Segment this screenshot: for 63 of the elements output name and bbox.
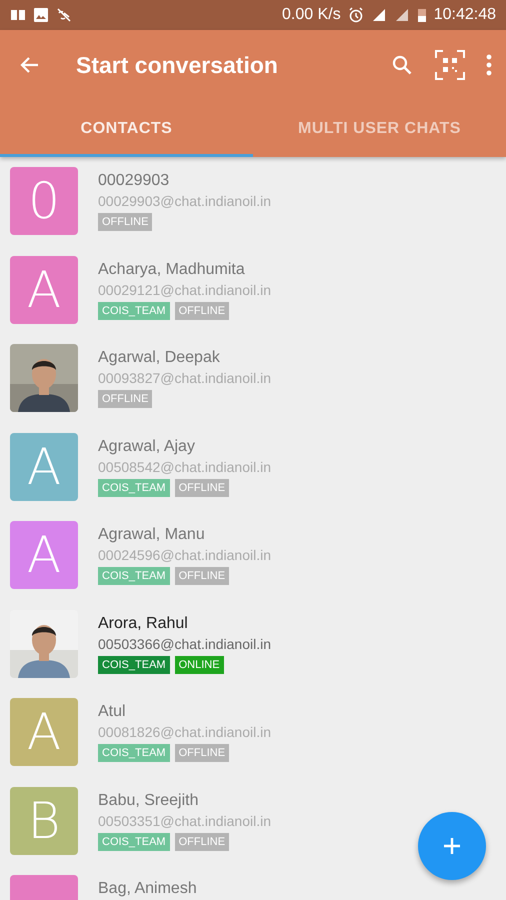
image-icon xyxy=(33,7,49,23)
contact-name: Bag, Animesh xyxy=(98,879,197,899)
tab[interactable]: CONTACTS xyxy=(0,100,253,157)
group-tag: COIS_TEAM xyxy=(98,744,170,762)
network-speed: 0.00 K/s xyxy=(282,6,341,24)
contact-row[interactable]: B Babu, Sreejith 00503351@chat.indianoil.in COIS_TEAM OFFLINE xyxy=(0,786,506,875)
contact-row[interactable]: A Acharya, Madhumita 00029121@chat.indianoil.in COIS_TEAM OFFLINE xyxy=(0,256,506,344)
status-tag: OFFLINE xyxy=(174,567,230,585)
contact-address: 00508542@chat.indianoil.in xyxy=(98,458,272,476)
contact-row[interactable]: A Atul 00081826@chat.indianoil.in COIS_TEAM OFFLINE xyxy=(0,698,506,786)
status-tag: OFFLINE xyxy=(174,478,230,496)
contact-address: 00081826@chat.indianoil.in xyxy=(98,723,272,742)
group-tag: COIS_TEAM xyxy=(98,478,170,496)
status-tag: OFFLINE xyxy=(98,213,152,231)
contact-name: Atul xyxy=(98,702,126,722)
letter-avatar: 0 xyxy=(10,167,78,235)
letter-avatar: A xyxy=(10,521,78,589)
contact-row[interactable]: Arora, Rahul 00503366@chat.indianoil.in COIS_TEAM ONLINE xyxy=(0,610,506,698)
contact-row[interactable]: A Agrawal, Manu 00024596@chat.indianoil.in COIS_TEAM OFFLINE xyxy=(0,521,506,610)
status-tag: OFFLINE xyxy=(98,390,152,408)
contact-address: 00503366@chat.indianoil.in xyxy=(98,634,272,654)
status-tag: OFFLINE xyxy=(174,832,230,850)
book-icon xyxy=(10,7,26,23)
letter-avatar: A xyxy=(10,698,78,766)
contact-address: 00093827@chat.indianoil.in xyxy=(98,369,272,388)
plus-icon xyxy=(442,836,462,856)
contact-name: Babu, Sreejith xyxy=(98,790,199,810)
contact-row[interactable]: 0 00029903 00029903@chat.indianoil.in OFFLINE xyxy=(0,167,506,256)
group-tag: COIS_TEAM xyxy=(98,567,170,585)
status-tag: OFFLINE xyxy=(174,744,230,762)
contact-name: Acharya, Madhumita xyxy=(98,260,245,280)
status-tag: ONLINE xyxy=(174,656,224,674)
toolbar-title: Start conversation xyxy=(76,52,279,78)
qr-code-icon xyxy=(434,49,466,81)
contact-row[interactable]: A Agrawal, Ajay 00508542@chat.indianoil.in COIS_TEAM OFFLINE xyxy=(0,432,506,521)
add-button[interactable] xyxy=(418,812,486,880)
battery-icon xyxy=(416,7,427,23)
search-icon xyxy=(390,53,414,77)
more-vertical-icon xyxy=(486,54,492,76)
contact-address: 00029121@chat.indianoil.in xyxy=(98,280,272,300)
letter-avatar: B xyxy=(10,786,78,854)
tab[interactable]: MULTI USER CHATS xyxy=(253,100,506,157)
contact-address: 00503351@chat.indianoil.in xyxy=(98,812,272,830)
letter-avatar: A xyxy=(10,432,78,500)
link-off-icon xyxy=(56,7,72,23)
status-tag: OFFLINE xyxy=(174,302,230,320)
contact-name: 00029903 xyxy=(98,171,170,191)
clock: 10:42:48 xyxy=(434,6,496,24)
contact-address: 00024596@chat.indianoil.in xyxy=(98,546,272,565)
contact-name: Agrawal, Manu xyxy=(98,525,205,545)
contact-row[interactable]: Agarwal, Deepak 00093827@chat.indianoil.in OFFLINE xyxy=(0,344,506,432)
contact-name: Agarwal, Deepak xyxy=(98,348,220,368)
contact-name: Arora, Rahul xyxy=(98,614,188,634)
group-tag: COIS_TEAM xyxy=(98,656,170,674)
group-tag: COIS_TEAM xyxy=(98,832,170,850)
group-tag: COIS_TEAM xyxy=(98,302,170,320)
contact-row[interactable]: Bag, Animesh xyxy=(0,875,506,900)
contact-address: 00029903@chat.indianoil.in xyxy=(98,192,272,211)
signal-4g-icon xyxy=(394,7,410,23)
letter-avatar: A xyxy=(10,256,78,324)
alarm-icon xyxy=(348,7,364,23)
contact-name: Agrawal, Ajay xyxy=(98,436,195,456)
signal-icon xyxy=(370,7,387,23)
